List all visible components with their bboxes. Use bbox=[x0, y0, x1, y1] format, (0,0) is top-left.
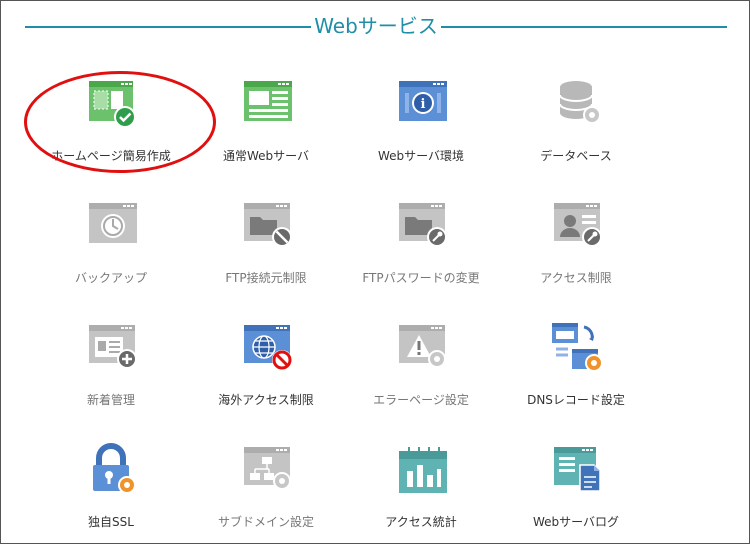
section-title: Webサービス bbox=[314, 14, 438, 38]
subdomain-icon bbox=[238, 441, 298, 501]
tile-ftp-password[interactable]: FTPパスワードの変更 bbox=[351, 191, 491, 301]
tile-label: FTPパスワードの変更 bbox=[362, 271, 480, 285]
tile-label: 通常Webサーバ bbox=[222, 149, 310, 163]
error-page-icon bbox=[393, 319, 453, 379]
tile-subdomain[interactable]: サブドメイン設定 bbox=[196, 435, 336, 545]
tile-label: アクセス制限 bbox=[540, 271, 612, 285]
tile-label: エラーページ設定 bbox=[373, 393, 469, 407]
backup-icon bbox=[83, 197, 143, 257]
tile-label: FTP接続元制限 bbox=[225, 271, 307, 285]
tile-label: DNSレコード設定 bbox=[527, 393, 625, 407]
section-header: Webサービス bbox=[25, 11, 727, 41]
web-server-icon bbox=[238, 75, 298, 135]
tile-error-page[interactable]: エラーページ設定 bbox=[351, 313, 491, 423]
news-icon bbox=[83, 319, 143, 379]
tile-database[interactable]: データベース bbox=[506, 69, 646, 179]
ssl-lock-icon bbox=[83, 441, 143, 501]
header-rule-right bbox=[441, 26, 727, 28]
tile-label: Webサーバログ bbox=[532, 515, 620, 529]
tile-web-server[interactable]: 通常Webサーバ bbox=[196, 69, 336, 179]
tile-label: 海外アクセス制限 bbox=[218, 393, 314, 407]
tile-server-log[interactable]: Webサーバログ bbox=[506, 435, 646, 545]
tile-overseas-access[interactable]: 海外アクセス制限 bbox=[196, 313, 336, 423]
tile-label: ホームページ簡易作成 bbox=[51, 149, 171, 163]
tile-label: Webサーバ環境 bbox=[377, 149, 465, 163]
tile-ssl[interactable]: 独自SSL bbox=[41, 435, 181, 545]
ftp-restrict-icon bbox=[238, 197, 298, 257]
access-stats-icon bbox=[393, 441, 453, 501]
tile-ftp-restrict[interactable]: FTP接続元制限 bbox=[196, 191, 336, 301]
tile-news[interactable]: 新着管理 bbox=[41, 313, 181, 423]
tile-dns-record[interactable]: DNSレコード設定 bbox=[506, 313, 646, 423]
tile-homepage-builder[interactable]: ホームページ簡易作成 bbox=[41, 69, 181, 179]
ftp-password-icon bbox=[393, 197, 453, 257]
overseas-access-icon bbox=[238, 319, 298, 379]
tile-label: バックアップ bbox=[74, 271, 147, 285]
server-info-icon: i bbox=[393, 75, 453, 135]
tile-label: 独自SSL bbox=[88, 515, 134, 529]
page-frame: Webサービス ホームページ簡易作成 通常Webサーバ i Webサーバ環境 デ… bbox=[0, 0, 750, 544]
database-icon bbox=[548, 75, 608, 135]
tile-access-stats[interactable]: アクセス統計 bbox=[351, 435, 491, 545]
dns-record-icon bbox=[548, 319, 608, 379]
tile-label: 新着管理 bbox=[86, 393, 135, 407]
header-rule-left bbox=[25, 26, 311, 28]
tile-server-env[interactable]: i Webサーバ環境 bbox=[351, 69, 491, 179]
tile-access-restrict[interactable]: アクセス制限 bbox=[506, 191, 646, 301]
access-restrict-icon bbox=[548, 197, 608, 257]
tile-label: サブドメイン設定 bbox=[217, 515, 314, 529]
tile-label: データベース bbox=[540, 149, 612, 163]
server-log-icon bbox=[548, 441, 608, 501]
tile-backup[interactable]: バックアップ bbox=[41, 191, 181, 301]
svg-text:i: i bbox=[421, 97, 426, 112]
homepage-builder-icon bbox=[83, 75, 143, 135]
tile-label: アクセス統計 bbox=[385, 515, 457, 529]
